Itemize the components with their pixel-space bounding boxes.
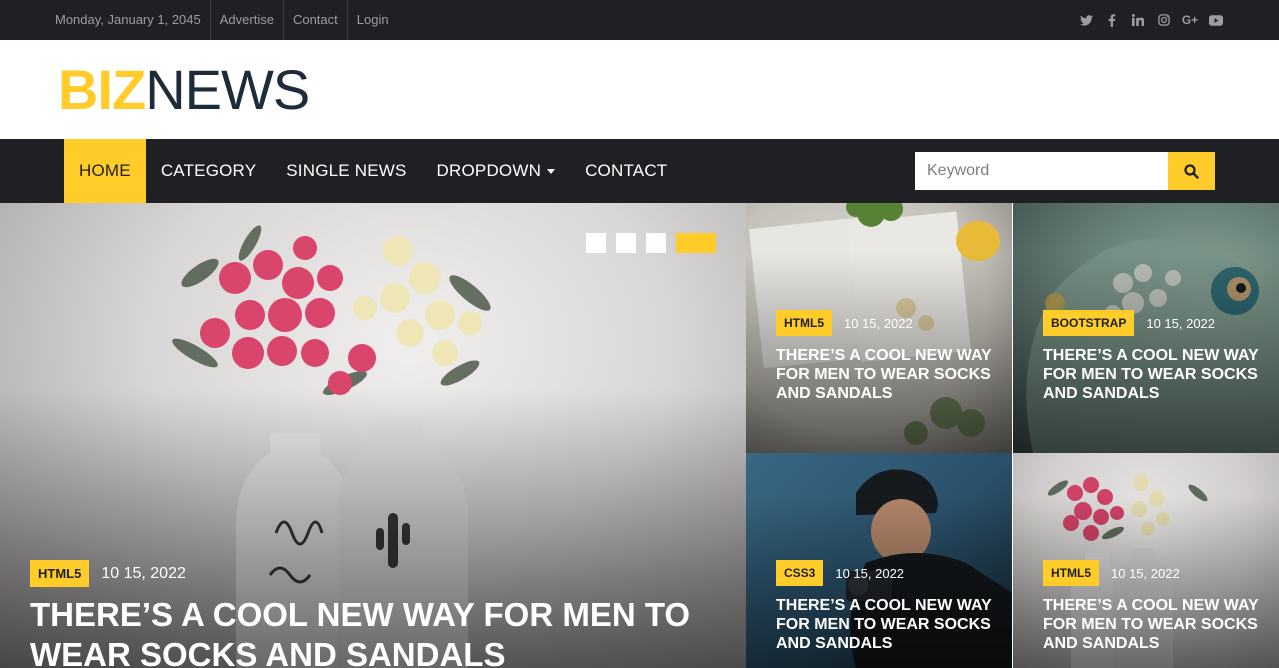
card-meta: HTML5 10 15, 2022 xyxy=(1043,560,1180,586)
social-links: G+ xyxy=(1079,0,1223,40)
main-nav: HOME CATEGORY SINGLE NEWS DROPDOWN CONTA… xyxy=(0,139,1279,203)
card-title[interactable]: THERE’S A COOL NEW WAY FOR MEN TO WEAR S… xyxy=(776,346,996,403)
news-card[interactable]: BOOTSTRAP 10 15, 2022 THERE’S A COOL NEW… xyxy=(1013,203,1279,453)
news-card[interactable]: CSS3 10 15, 2022 THERE’S A COOL NEW WAY … xyxy=(746,453,1012,668)
contact-link[interactable]: Contact xyxy=(282,0,347,40)
slider-dot[interactable] xyxy=(616,233,636,253)
news-card[interactable]: HTML5 10 15, 2022 THERE’S A COOL NEW WAY… xyxy=(1013,453,1279,668)
linkedin-icon[interactable] xyxy=(1131,13,1145,27)
card-date[interactable]: 10 15, 2022 xyxy=(835,566,904,581)
youtube-icon[interactable] xyxy=(1209,13,1223,27)
card-meta: HTML5 10 15, 2022 xyxy=(776,310,913,336)
card-title[interactable]: THERE’S A COOL NEW WAY FOR MEN TO WEAR S… xyxy=(1043,596,1263,653)
hero-category-badge[interactable]: HTML5 xyxy=(30,560,90,587)
facebook-icon[interactable] xyxy=(1105,13,1119,27)
search-button[interactable] xyxy=(1168,152,1215,190)
slider-dots xyxy=(586,233,716,253)
logo-news: NEWS xyxy=(145,58,310,121)
slider-dot[interactable] xyxy=(586,233,606,253)
card-title[interactable]: THERE’S A COOL NEW WAY FOR MEN TO WEAR S… xyxy=(776,596,996,653)
nav-menu: HOME CATEGORY SINGLE NEWS DROPDOWN CONTA… xyxy=(64,139,682,203)
instagram-icon[interactable] xyxy=(1157,13,1171,27)
nav-item-home[interactable]: HOME xyxy=(64,139,146,203)
nav-item-category[interactable]: CATEGORY xyxy=(146,139,271,203)
card-category-badge[interactable]: CSS3 xyxy=(776,560,824,586)
nav-item-dropdown[interactable]: DROPDOWN xyxy=(422,139,571,203)
card-meta: BOOTSTRAP 10 15, 2022 xyxy=(1043,310,1215,336)
card-title[interactable]: THERE’S A COOL NEW WAY FOR MEN TO WEAR S… xyxy=(1043,346,1263,403)
card-date[interactable]: 10 15, 2022 xyxy=(1146,316,1215,331)
hero-title[interactable]: THERE’S A COOL NEW WAY FOR MEN TO WEAR S… xyxy=(30,595,730,668)
login-link[interactable]: Login xyxy=(346,0,398,40)
top-links: Monday, January 1, 2045 Advertise Contac… xyxy=(46,0,398,40)
card-meta: CSS3 10 15, 2022 xyxy=(776,560,904,586)
slider-dot[interactable] xyxy=(646,233,666,253)
search-icon xyxy=(1184,163,1199,179)
featured-slider[interactable]: HTML5 10 15, 2022 THERE’S A COOL NEW WAY… xyxy=(0,203,746,668)
caret-down-icon xyxy=(547,168,556,174)
nav-item-single-news[interactable]: SINGLE NEWS xyxy=(271,139,421,203)
search-form xyxy=(915,152,1215,190)
nav-item-dropdown-label: DROPDOWN xyxy=(436,161,542,180)
card-category-badge[interactable]: HTML5 xyxy=(1043,560,1099,586)
site-logo[interactable]: BIZNEWS xyxy=(58,58,310,122)
slider-dot-active[interactable] xyxy=(676,233,716,253)
card-date[interactable]: 10 15, 2022 xyxy=(844,316,913,331)
hero-date[interactable]: 10 15, 2022 xyxy=(101,565,186,583)
top-bar: Monday, January 1, 2045 Advertise Contac… xyxy=(0,0,1279,40)
card-date[interactable]: 10 15, 2022 xyxy=(1111,566,1180,581)
news-card[interactable]: HTML5 10 15, 2022 THERE’S A COOL NEW WAY… xyxy=(746,203,1012,453)
twitter-icon[interactable] xyxy=(1079,13,1093,27)
card-category-badge[interactable]: BOOTSTRAP xyxy=(1043,310,1135,336)
hero-meta: HTML5 10 15, 2022 xyxy=(30,560,186,587)
google-plus-icon[interactable]: G+ xyxy=(1182,13,1198,27)
search-input[interactable] xyxy=(915,152,1168,190)
advertise-link[interactable]: Advertise xyxy=(209,0,283,40)
current-date: Monday, January 1, 2045 xyxy=(55,12,201,27)
nav-item-contact[interactable]: CONTACT xyxy=(570,139,682,203)
card-category-badge[interactable]: HTML5 xyxy=(776,310,832,336)
logo-biz: BIZ xyxy=(58,58,146,121)
